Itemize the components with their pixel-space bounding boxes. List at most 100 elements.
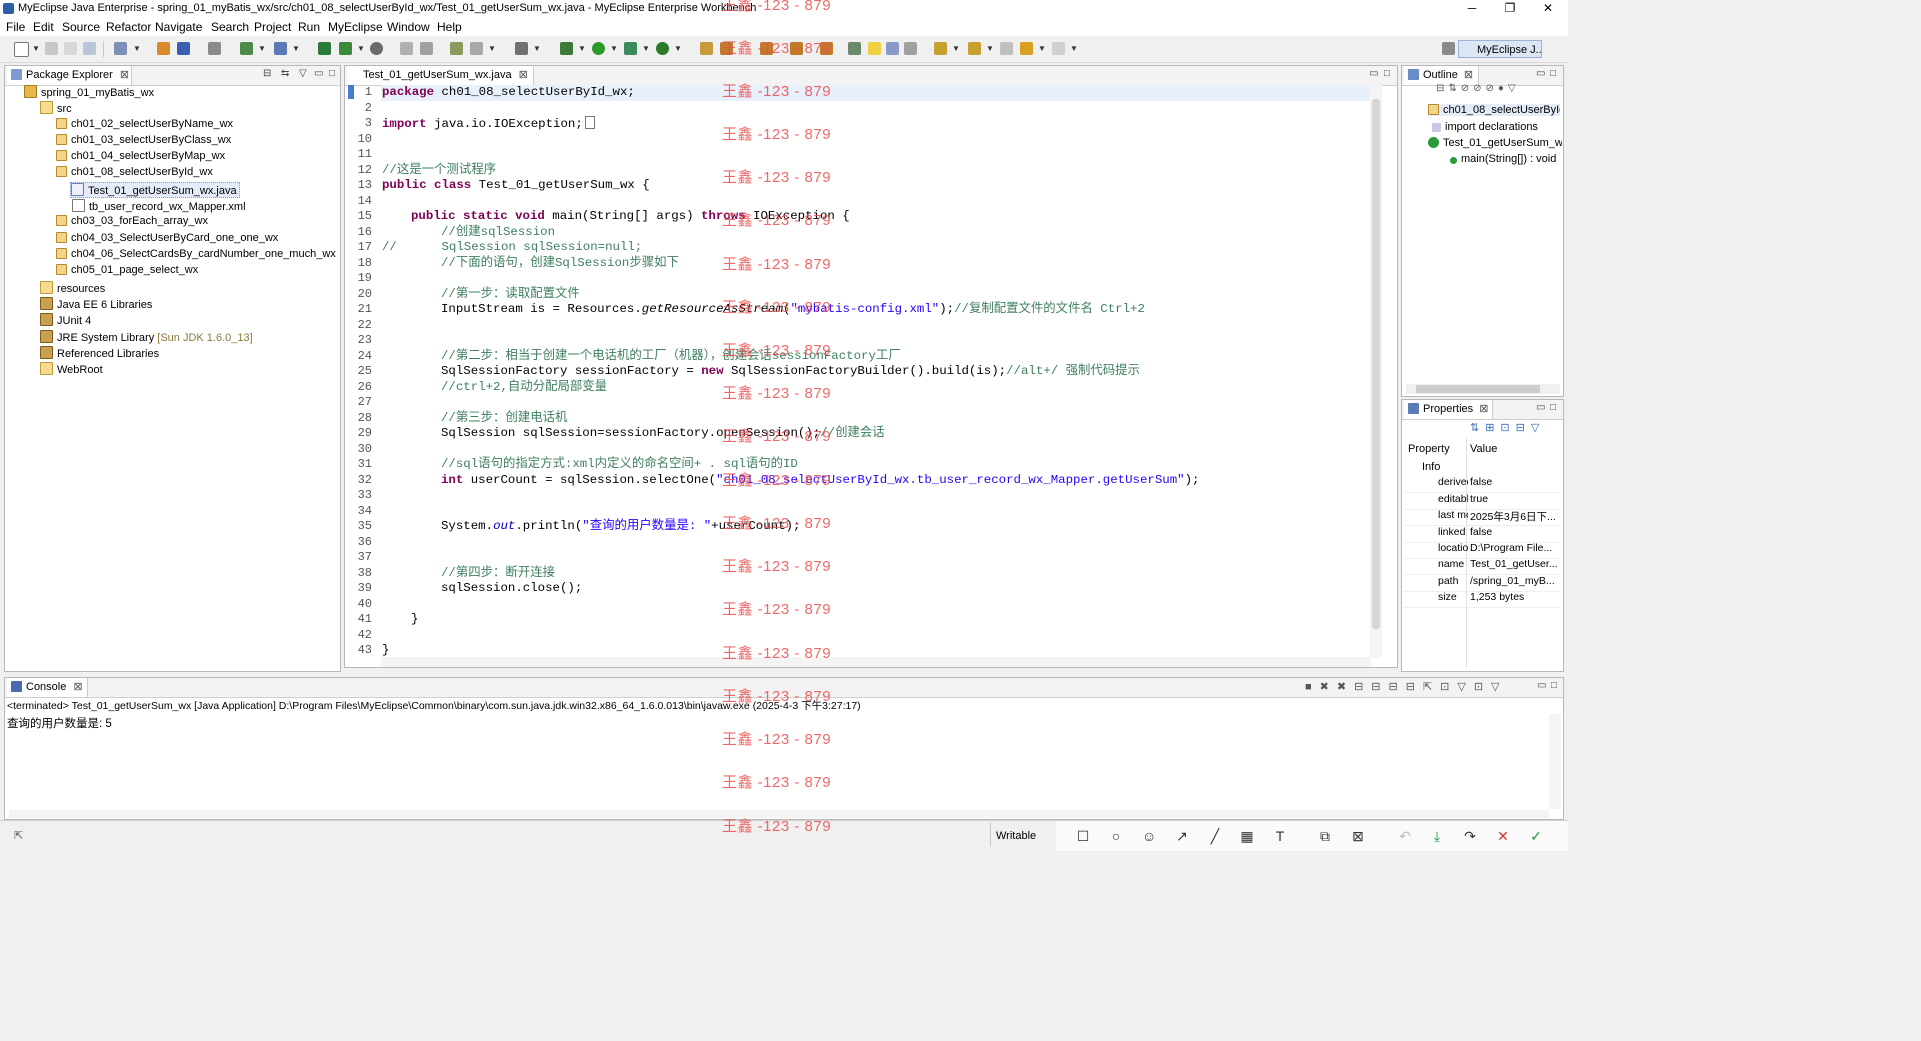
dropdown-icon[interactable]: ▼: [133, 44, 141, 53]
collapse-all-icon[interactable]: ⊟: [263, 68, 271, 79]
vertical-scrollbar[interactable]: [1370, 85, 1382, 658]
menu-refactor[interactable]: Refactor: [106, 20, 151, 34]
text-tool-icon[interactable]: T: [1273, 829, 1287, 843]
tree-item-src[interactable]: src: [40, 101, 72, 115]
scroll-thumb[interactable]: [1372, 99, 1380, 629]
tab-properties[interactable]: Properties ⊠: [1404, 400, 1493, 419]
code-line[interactable]: }: [382, 643, 389, 659]
vertical-scrollbar[interactable]: [1549, 714, 1561, 809]
property-row[interactable]: locationD:\Program File...: [1404, 542, 1560, 559]
property-group[interactable]: Info: [1422, 461, 1440, 473]
save-all-icon[interactable]: [64, 42, 77, 55]
close-tab-icon[interactable]: ⊠: [1479, 403, 1488, 415]
perspective-button[interactable]: MyEclipse J...: [1458, 40, 1542, 58]
property-row[interactable]: name Test_01_getUser...: [1404, 558, 1560, 575]
minimize-view-icon[interactable]: ▭: [1369, 68, 1378, 79]
comment[interactable]: //创建sqlSession: [441, 225, 555, 241]
menu-myeclipse[interactable]: MyEclipse: [328, 20, 383, 34]
debug-icon[interactable]: [560, 42, 573, 55]
dropdown-icon[interactable]: ▼: [674, 44, 682, 53]
dropdown-icon[interactable]: ▼: [292, 44, 300, 53]
comment[interactable]: // SqlSession sqlSession=null;: [382, 240, 642, 256]
dropdown-icon[interactable]: ▼: [642, 44, 650, 53]
menu-file[interactable]: File: [6, 20, 25, 34]
code-line[interactable]: import java.io.IOException;: [382, 116, 595, 133]
comment[interactable]: //第一步：读取配置文件: [441, 287, 580, 303]
tree-item-package[interactable]: ch04_03_SelectUserByCard_one_one_wx: [56, 232, 278, 244]
properties-toolbar[interactable]: ⇅⊞⊡⊟▽: [1470, 421, 1545, 434]
menu-search[interactable]: Search: [211, 20, 249, 34]
dropdown-icon[interactable]: ▼: [488, 44, 496, 53]
monitor-icon[interactable]: [515, 42, 528, 55]
dropdown-icon[interactable]: ▼: [258, 44, 266, 53]
property-row[interactable]: editabletrue: [1404, 493, 1560, 510]
maximize-view-icon[interactable]: □: [1551, 680, 1557, 691]
new-class-icon[interactable]: [339, 42, 352, 55]
back-icon[interactable]: [1020, 42, 1033, 55]
pin-tool-icon[interactable]: ⧉: [1318, 829, 1332, 843]
close-tab-icon[interactable]: ⊠: [73, 681, 82, 693]
minimize-view-icon[interactable]: ▭: [1537, 680, 1546, 691]
last-edit-icon[interactable]: [1000, 42, 1013, 55]
property-row[interactable]: last modified2025年3月6日下...: [1404, 509, 1560, 526]
arrow-tool-icon[interactable]: ↗: [1175, 829, 1189, 843]
fold-indicator-icon[interactable]: [584, 116, 595, 129]
tree-item-java-file[interactable]: Test_01_getUserSum_wx.java: [70, 182, 240, 198]
minimize-button[interactable]: ─: [1452, 0, 1492, 18]
dropdown-icon[interactable]: ▼: [986, 44, 994, 53]
share-icon[interactable]: ↷: [1463, 829, 1477, 843]
code-line[interactable]: SqlSessionFactory sessionFactory = new S…: [441, 364, 1140, 380]
confirm-icon[interactable]: ✓: [1529, 829, 1543, 843]
minimize-view-icon[interactable]: ▭: [1536, 68, 1545, 79]
code-line[interactable]: }: [411, 612, 418, 628]
toggle-icon[interactable]: [886, 42, 899, 55]
run-icon[interactable]: [592, 42, 605, 55]
coverage-icon[interactable]: [656, 42, 669, 55]
forward-icon[interactable]: [1052, 42, 1065, 55]
mosaic-tool-icon[interactable]: ▦: [1240, 829, 1254, 843]
tree-item-library[interactable]: JRE System Library [Sun JDK 1.6.0_13]: [40, 330, 253, 344]
console-toolbar[interactable]: ■✖✖⊟⊟⊟⊟⇱⊡▽⊡▽: [1305, 680, 1508, 693]
property-row[interactable]: path/spring_01_myB...: [1404, 575, 1560, 592]
new-icon[interactable]: [14, 42, 29, 57]
minimize-view-icon[interactable]: ▭: [1536, 402, 1545, 413]
tool-icon[interactable]: [274, 42, 287, 55]
dropdown-icon[interactable]: ▼: [1070, 44, 1078, 53]
download-icon[interactable]: ⤓: [1430, 829, 1444, 843]
dropdown-icon[interactable]: ▼: [952, 44, 960, 53]
menu-window[interactable]: Window: [387, 20, 430, 34]
tab-editor-file[interactable]: Test_01_getUserSum_wx.java ⊠: [347, 66, 534, 85]
link-editor-icon[interactable]: ⇆: [281, 68, 289, 79]
close-tab-icon[interactable]: ⊠: [519, 69, 528, 81]
comment[interactable]: //ctrl+2,自动分配局部变量: [441, 380, 607, 396]
pilcrow-icon[interactable]: [904, 42, 917, 55]
java-project-icon[interactable]: [318, 42, 331, 55]
tree-item-package[interactable]: ch04_06_SelectCardsBy_cardNumber_one_muc…: [56, 248, 336, 260]
highlight-icon[interactable]: [868, 42, 881, 55]
cancel-icon[interactable]: ✕: [1496, 829, 1510, 843]
pen-tool-icon[interactable]: ╱: [1208, 829, 1222, 843]
scroll-thumb[interactable]: [1416, 385, 1540, 393]
server-icon[interactable]: [177, 42, 190, 55]
dropdown-icon[interactable]: ▼: [1038, 44, 1046, 53]
property-row[interactable]: size 1,253 bytes: [1404, 591, 1560, 608]
property-row[interactable]: derivedfalse: [1404, 476, 1560, 493]
comment[interactable]: //第二步：相当于创建一个电话机的工厂（机器），创建会话sessionFacto…: [441, 349, 901, 365]
prev-annotation-icon[interactable]: [968, 42, 981, 55]
tree-item-library[interactable]: JUnit 4: [40, 313, 91, 327]
translate-tool-icon[interactable]: ⊠: [1351, 829, 1365, 843]
dropdown-icon[interactable]: ▼: [357, 44, 365, 53]
emoji-tool-icon[interactable]: ☺: [1142, 829, 1156, 843]
tab-package-explorer[interactable]: Package Explorer ⊠: [7, 66, 132, 85]
maximize-button[interactable]: ❐: [1490, 0, 1530, 18]
new-wizard-icon[interactable]: [114, 42, 127, 55]
open-type-icon[interactable]: [400, 42, 413, 55]
menu-project[interactable]: Project: [254, 20, 291, 34]
undo-icon[interactable]: ↶: [1398, 829, 1412, 843]
tree-item-package[interactable]: ch01_02_selectUserByName_wx: [56, 118, 233, 130]
menu-help[interactable]: Help: [437, 20, 462, 34]
fast-view-icon[interactable]: ⇱: [14, 829, 23, 842]
save-icon[interactable]: [45, 42, 58, 55]
code-line[interactable]: sqlSession.close();: [441, 581, 582, 597]
dropdown-icon[interactable]: ▼: [533, 44, 541, 53]
